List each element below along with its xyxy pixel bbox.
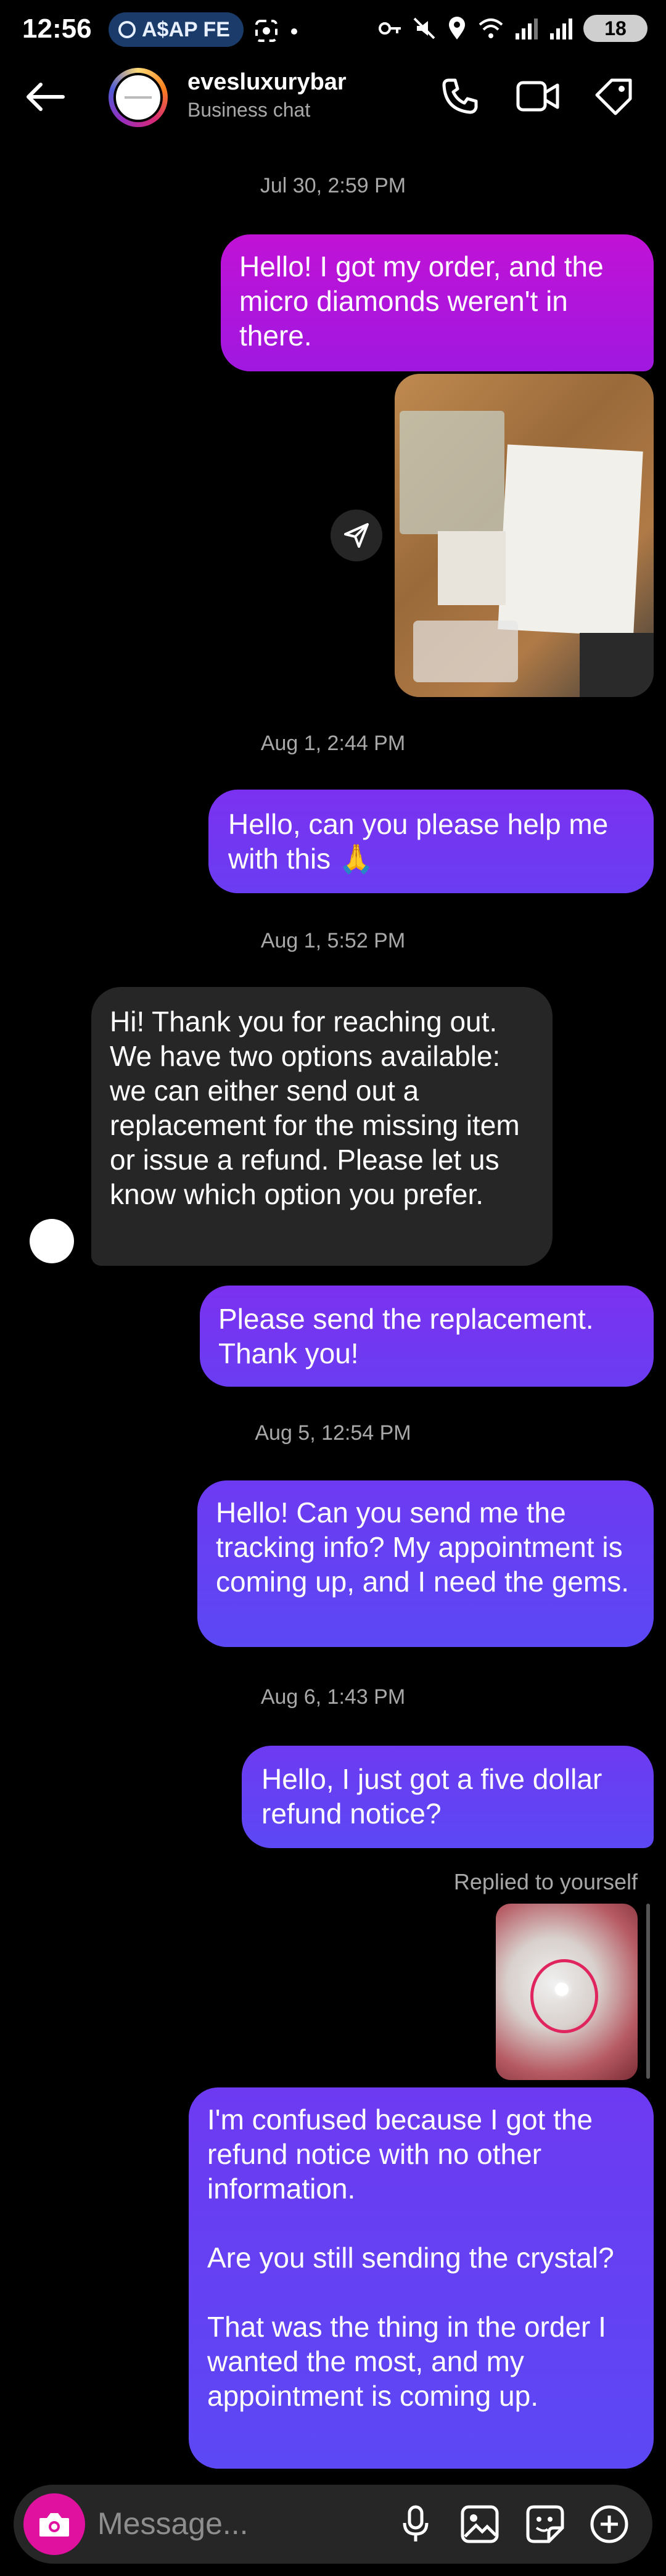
photo-card <box>438 531 506 605</box>
location-icon <box>449 17 465 39</box>
sticker-button[interactable] <box>522 2501 569 2548</box>
send-icon <box>344 523 369 548</box>
camera-icon <box>39 2513 69 2537</box>
photo-gem <box>555 1983 569 1996</box>
phone-icon[interactable] <box>440 76 480 116</box>
camera-button[interactable] <box>23 2493 85 2555</box>
video-icon[interactable] <box>516 78 560 115</box>
contact-name[interactable]: evesluxurybar <box>187 69 347 96</box>
reply-indicator-bar <box>646 1904 650 2079</box>
timestamp: Aug 1, 5:52 PM <box>260 929 406 952</box>
status-time: 12:56 <box>22 14 92 44</box>
replied-photo[interactable] <box>496 1904 638 2080</box>
outgoing-message[interactable]: Please send the replacement. Thank you! <box>200 1286 654 1387</box>
wifi-icon <box>479 19 503 38</box>
photo-bag <box>400 411 504 534</box>
gallery-icon <box>461 2505 499 2543</box>
sticker-icon <box>526 2505 564 2543</box>
avatar[interactable] <box>113 73 163 122</box>
timestamp: Aug 6, 1:43 PM <box>260 1685 406 1709</box>
reply-label: Replied to yourself <box>453 1869 638 1894</box>
status-bar: 12:56 A$AP FE 18 <box>0 0 666 62</box>
timestamp: Jul 30, 2:59 PM <box>260 174 406 197</box>
photo-circle-annotation <box>530 1959 598 2033</box>
back-arrow-icon[interactable] <box>23 81 67 112</box>
forward-button[interactable] <box>331 510 382 561</box>
signal-icon-2 <box>550 19 572 39</box>
message-input[interactable]: Message... <box>97 2506 249 2541</box>
outgoing-message[interactable]: Hello, can you please help me with this … <box>208 790 654 893</box>
outgoing-message[interactable]: Hello, I just got a five dollar refund n… <box>242 1746 654 1848</box>
record-icon <box>118 21 136 38</box>
battery-indicator: 18 <box>583 15 648 42</box>
sender-avatar[interactable] <box>30 1219 74 1263</box>
add-button[interactable] <box>586 2501 633 2548</box>
outgoing-message[interactable]: Hello! Can you send me the tracking info… <box>197 1480 654 1647</box>
notification-text: A$AP FE <box>142 17 230 41</box>
system-icons: 18 <box>377 15 648 42</box>
timestamp: Aug 5, 12:54 PM <box>255 1421 411 1445</box>
gallery-button[interactable] <box>456 2501 503 2548</box>
incoming-message[interactable]: Hi! Thank you for reaching out. We have … <box>91 987 553 1266</box>
order-photo[interactable] <box>395 374 654 697</box>
timestamp: Aug 1, 2:44 PM <box>260 732 406 755</box>
photo-dark-object <box>580 633 654 697</box>
tag-icon[interactable] <box>593 76 635 118</box>
key-icon <box>379 22 401 35</box>
outgoing-message[interactable]: Hello! I got my order, and the micro dia… <box>221 234 654 371</box>
battery-level: 18 <box>604 17 627 39</box>
mute-icon <box>413 17 435 39</box>
signal-icon-1 <box>516 19 538 39</box>
photo-paper <box>498 444 643 637</box>
more-notifications-icon <box>291 28 297 35</box>
contact-subtitle: Business chat <box>187 99 311 121</box>
outgoing-message[interactable]: I'm confused because I got the refund no… <box>189 2087 654 2469</box>
microphone-icon <box>403 2505 429 2541</box>
microphone-button[interactable] <box>392 2501 439 2548</box>
media-notification-pill[interactable]: A$AP FE <box>109 12 244 47</box>
photo-pouch <box>413 621 518 682</box>
plus-icon <box>590 2505 628 2543</box>
screenshot-icon <box>255 20 278 42</box>
